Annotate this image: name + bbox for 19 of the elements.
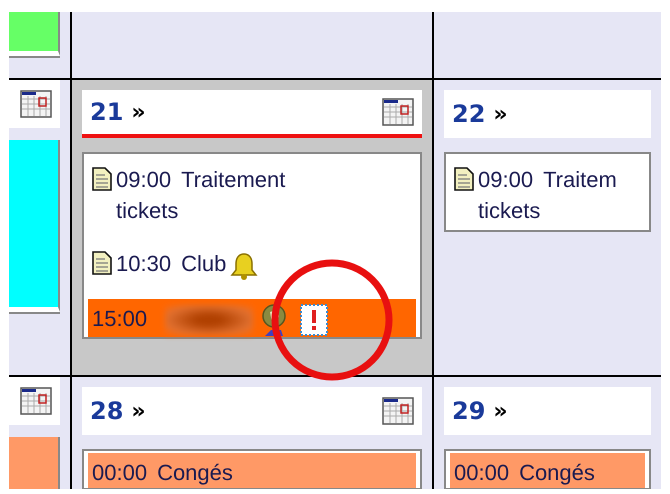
day-number[interactable]: 21 <box>90 98 124 126</box>
event-time[interactable]: 15:00 <box>92 306 148 331</box>
event-block[interactable] <box>9 12 60 56</box>
next-link[interactable]: » <box>493 398 508 424</box>
next-link[interactable]: » <box>131 100 146 124</box>
day-number[interactable]: 22 <box>452 100 486 128</box>
person-icon[interactable] <box>261 303 288 338</box>
alert-icon[interactable] <box>299 303 330 338</box>
day-number[interactable]: 29 <box>452 397 486 425</box>
next-link[interactable]: » <box>493 102 508 126</box>
calendar-icon[interactable] <box>20 90 52 118</box>
calendar-icon[interactable] <box>20 387 52 415</box>
calendar-icon[interactable] <box>382 397 414 425</box>
event-text[interactable]: 10:30 Club <box>116 248 226 279</box>
event-block[interactable] <box>9 140 60 312</box>
calendar-icon[interactable] <box>382 98 414 126</box>
next-link[interactable]: » <box>131 398 146 424</box>
event-text[interactable]: 09:00 Traitement tickets <box>116 164 336 226</box>
day-number[interactable]: 28 <box>90 397 124 425</box>
